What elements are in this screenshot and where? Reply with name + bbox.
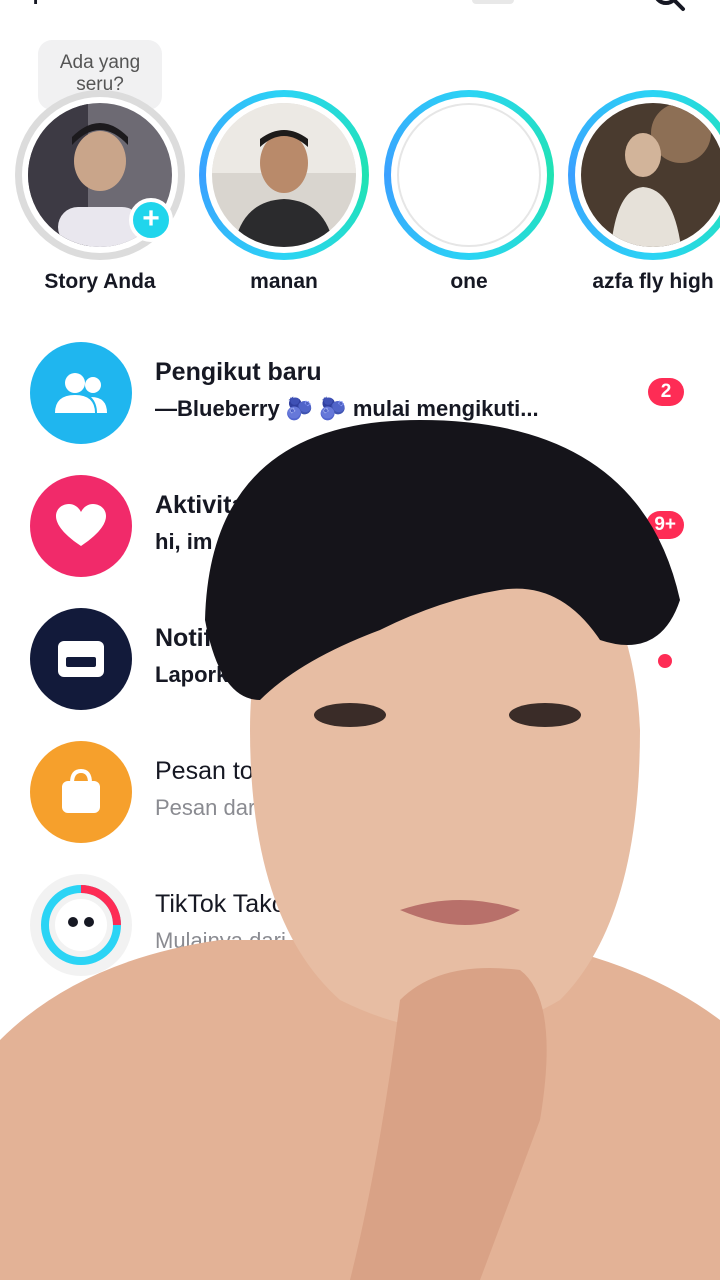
story-azfa[interactable]: azfa fly high — [568, 90, 720, 310]
item-title: Aktivitas — [155, 491, 260, 519]
add-friend-icon[interactable]: + — [28, 0, 43, 13]
list-item-chat[interactable] — [0, 995, 720, 1115]
list-item-new-followers[interactable]: Pengikut baru —Blueberry 🫐 🫐 mulai mengi… — [0, 330, 720, 450]
unread-dot — [658, 654, 672, 668]
item-subtitle: —Blueberry 🫐 🫐 mulai mengikuti... — [155, 396, 539, 421]
story-prompt-text: Ada yang seru? — [59, 52, 141, 95]
stories-row: Ada yang seru? + Story Anda manan one az… — [0, 40, 720, 300]
shopping-bag-icon — [30, 741, 132, 843]
add-story-button[interactable]: + — [129, 198, 173, 242]
heart-icon — [30, 475, 132, 577]
story-name: manan — [250, 270, 318, 293]
people-icon — [30, 342, 132, 444]
avatar — [397, 103, 541, 247]
story-own[interactable]: + Story Anda — [15, 90, 185, 310]
item-subtitle: Pesan dari — [155, 795, 261, 820]
add-story-symbol: + — [142, 202, 160, 235]
unread-badge: 9+ — [646, 511, 684, 539]
item-subtitle: Mulainya dari m — [155, 928, 311, 953]
list-item-activity[interactable]: Aktivitas hi, im 9+ — [0, 463, 720, 583]
unread-badge: 2 — [648, 378, 684, 406]
story-name: azfa fly high — [592, 270, 714, 293]
list-item-notifications[interactable]: Notifikasi Laporkan — [0, 596, 720, 716]
avatar — [581, 103, 720, 247]
tako-icon — [30, 874, 132, 976]
story-one[interactable]: one — [384, 90, 554, 310]
avatar — [212, 103, 356, 247]
item-subtitle: hi, im — [155, 529, 213, 554]
item-title: Pengikut baru — [155, 358, 322, 386]
item-title: Pesan toko — [155, 757, 281, 785]
search-icon[interactable] — [652, 0, 686, 12]
title-pill — [472, 0, 514, 4]
story-manan[interactable]: manan — [199, 90, 369, 310]
story-name: Story Anda — [44, 270, 156, 293]
story-name: one — [450, 270, 488, 293]
chat-icon — [30, 1007, 132, 1109]
item-title: Notifikasi — [155, 624, 268, 652]
item-title: TikTok Tako — [155, 890, 286, 918]
item-subtitle: Laporkan — [155, 662, 255, 687]
list-item-tiktok-tako[interactable]: TikTok Tako Mulainya dari m — [0, 862, 720, 982]
list-item-shop-messages[interactable]: Pesan toko Pesan dari — [0, 729, 720, 849]
top-bar: + — [0, 0, 720, 12]
inbox-icon — [30, 608, 132, 710]
